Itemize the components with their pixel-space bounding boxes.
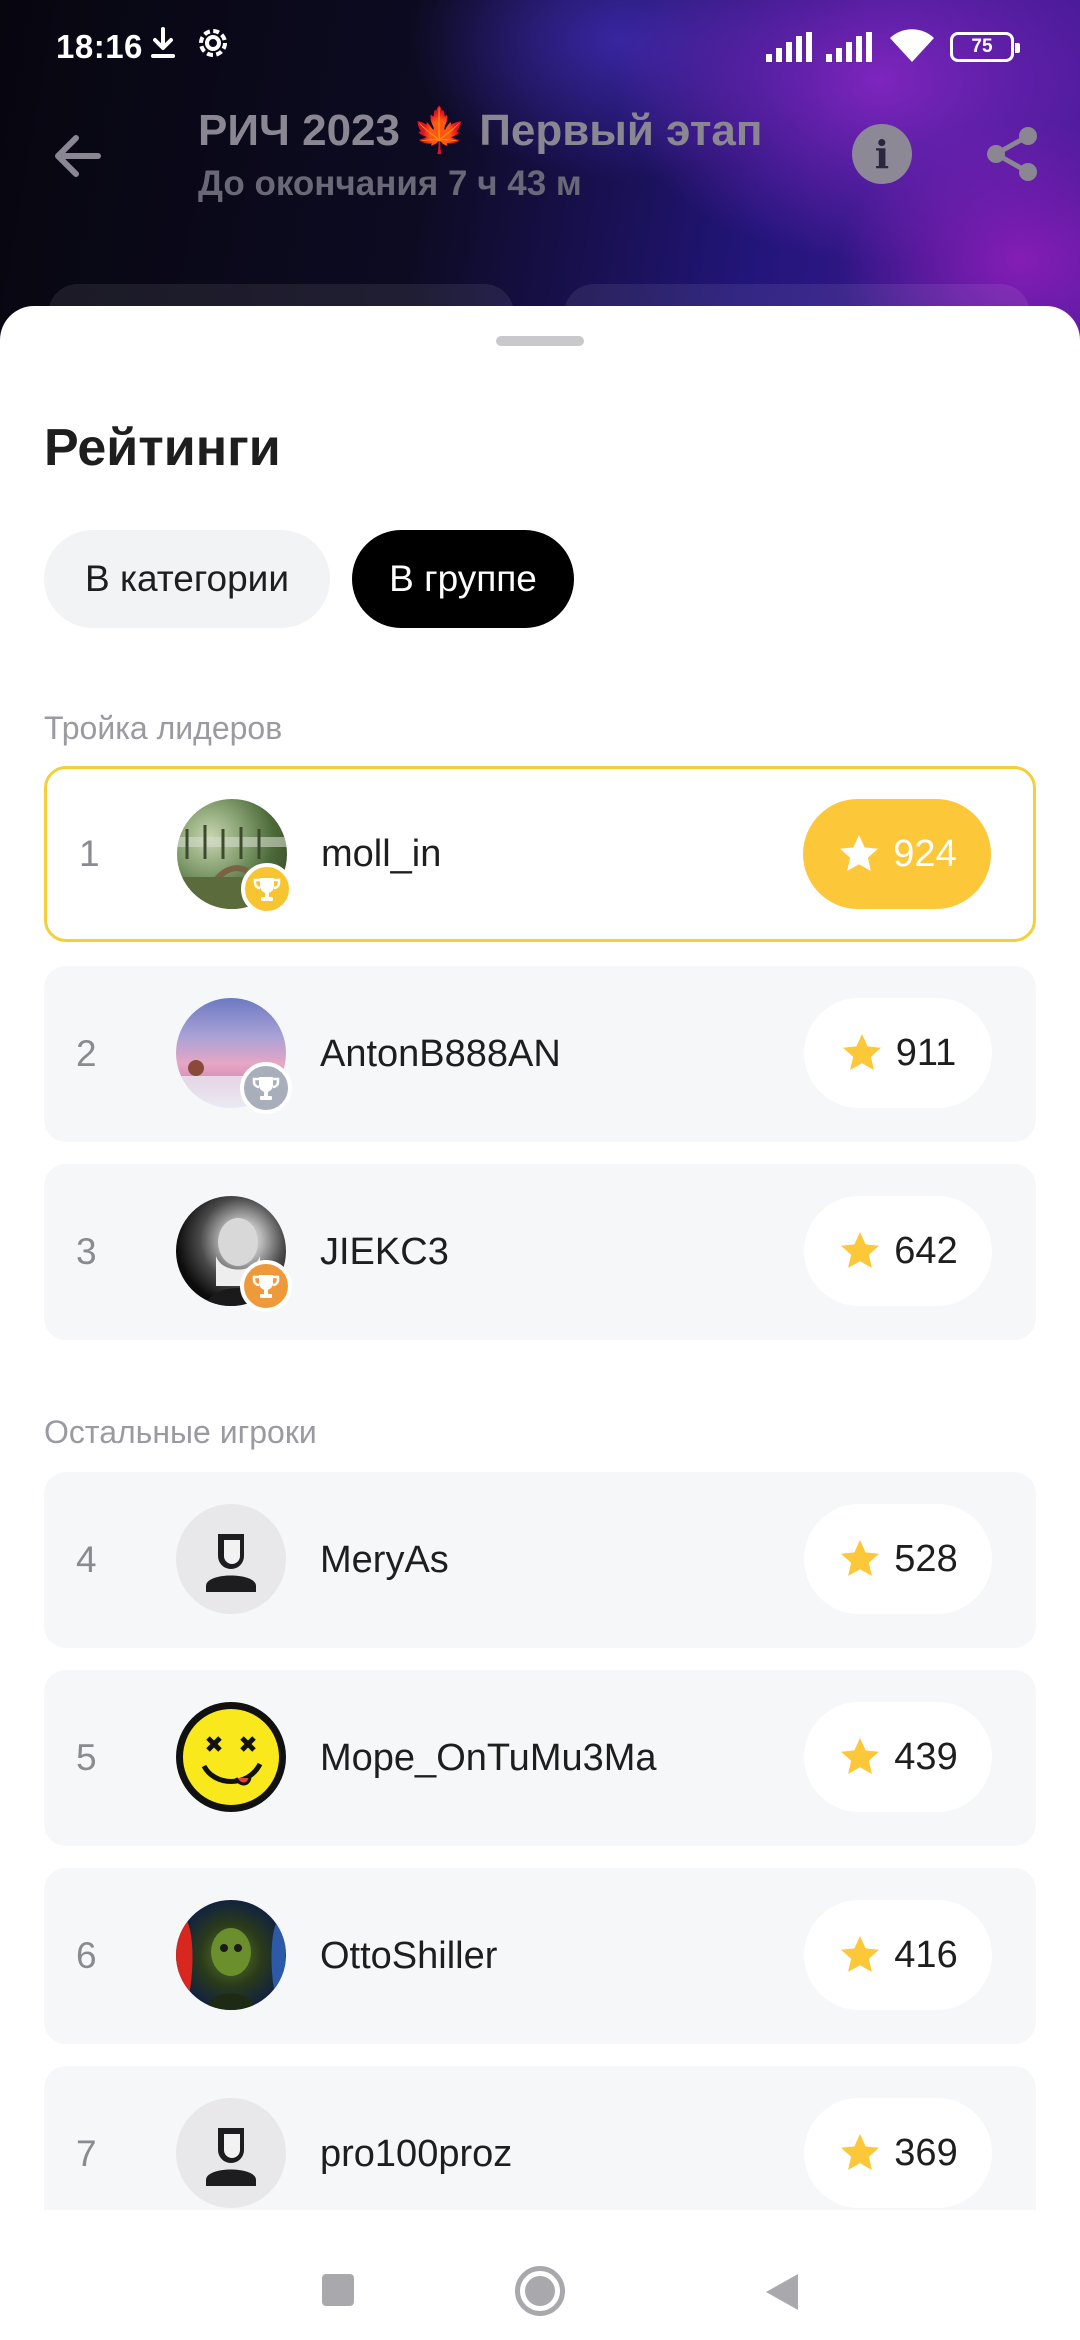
share-icon[interactable] bbox=[982, 124, 1042, 184]
rank-number: 3 bbox=[76, 1231, 97, 1272]
event-countdown: До окончания 7 ч 43 м bbox=[198, 164, 582, 203]
default-avatar-icon bbox=[176, 1504, 286, 1614]
score-value: 416 bbox=[894, 1933, 958, 1976]
star-icon bbox=[841, 1232, 880, 1268]
app-header: РИЧ 2023 🍁 Первый этап До окончания 7 ч … bbox=[0, 96, 1080, 296]
player-name: OttoShiller bbox=[320, 1934, 498, 1977]
star-icon bbox=[841, 1738, 880, 1774]
settings-icon bbox=[196, 26, 230, 68]
battery-level: 75 bbox=[971, 36, 993, 57]
score-badge: 642 bbox=[804, 1196, 992, 1306]
leaderboard-row[interactable]: 7 pro100proz 369 bbox=[44, 2066, 1036, 2216]
player-name: AntonB888AN bbox=[320, 1032, 561, 1075]
signal-icon bbox=[766, 32, 816, 70]
default-avatar-icon bbox=[176, 2098, 286, 2208]
chip-in-group[interactable]: В группе bbox=[352, 530, 574, 628]
signal-icon bbox=[826, 32, 876, 70]
score-value: 642 bbox=[894, 1229, 958, 1272]
leaderboard-row[interactable]: 1 moll_in 924 bbox=[44, 766, 1036, 942]
rank-number: 5 bbox=[76, 1737, 97, 1778]
player-name: Mope_OnTuMu3Ma bbox=[320, 1736, 657, 1779]
back-arrow-icon[interactable] bbox=[50, 128, 106, 184]
leaderboard-row[interactable]: 3 JIEKC3 642 bbox=[44, 1164, 1036, 1340]
home-icon[interactable] bbox=[515, 2266, 565, 2316]
leaderboard-row[interactable]: 2 AntonB888AN 911 bbox=[44, 966, 1036, 1142]
system-nav-bar bbox=[0, 2210, 1080, 2340]
score-badge: 911 bbox=[804, 998, 992, 1108]
leaders-section-label: Тройка лидеров bbox=[44, 710, 283, 746]
score-badge: 439 bbox=[804, 1702, 992, 1812]
ratings-sheet: Рейтинги В категории В группе Тройка лид… bbox=[0, 306, 1080, 2340]
star-icon bbox=[841, 2134, 880, 2170]
score-badge: 924 bbox=[803, 799, 991, 909]
drag-handle[interactable] bbox=[496, 336, 584, 346]
player-name: moll_in bbox=[321, 832, 442, 875]
star-icon bbox=[842, 1034, 881, 1070]
silver-trophy-icon bbox=[240, 1062, 292, 1114]
battery-icon: 75 bbox=[950, 32, 1020, 62]
avatar bbox=[176, 998, 292, 1114]
others-section-label: Остальные игроки bbox=[44, 1414, 317, 1450]
score-value: 369 bbox=[894, 2131, 958, 2174]
rank-number: 1 bbox=[79, 833, 100, 874]
score-value: 439 bbox=[894, 1735, 958, 1778]
score-badge: 416 bbox=[804, 1900, 992, 2010]
score-value: 911 bbox=[895, 1031, 957, 1074]
leaderboard-row[interactable]: 5 Mope_OnTuMu3Ma 439 bbox=[44, 1670, 1036, 1846]
status-time: 18:16 bbox=[56, 28, 143, 65]
rank-number: 2 bbox=[76, 1033, 97, 1074]
avatar bbox=[176, 1900, 286, 2010]
star-icon bbox=[840, 835, 879, 871]
leaderboard-row[interactable]: 6 OttoShiller 416 bbox=[44, 1868, 1036, 2044]
status-bar: 18:16 75 bbox=[0, 0, 1080, 96]
score-value: 528 bbox=[894, 1537, 958, 1580]
bronze-trophy-icon bbox=[240, 1260, 292, 1312]
download-icon bbox=[148, 26, 178, 68]
score-badge: 528 bbox=[804, 1504, 992, 1614]
score-value: 924 bbox=[893, 832, 957, 875]
wifi-icon bbox=[888, 28, 936, 72]
leaderboard-row[interactable]: 4 MeryAs 528 bbox=[44, 1472, 1036, 1648]
star-icon bbox=[841, 1936, 880, 1972]
avatar bbox=[176, 1196, 292, 1312]
recent-apps-icon[interactable] bbox=[322, 2274, 354, 2306]
player-name: MeryAs bbox=[320, 1538, 449, 1581]
nav-back-icon[interactable] bbox=[762, 2272, 800, 2317]
chip-in-category[interactable]: В категории bbox=[44, 530, 330, 628]
event-title: РИЧ 2023 🍁 Первый этап bbox=[198, 106, 763, 155]
star-icon bbox=[841, 1540, 880, 1576]
smiley-avatar bbox=[176, 1702, 286, 1812]
player-name: JIEKC3 bbox=[320, 1230, 449, 1273]
rank-number: 4 bbox=[76, 1539, 97, 1580]
score-badge: 369 bbox=[804, 2098, 992, 2208]
rank-number: 6 bbox=[76, 1935, 97, 1976]
sheet-title: Рейтинги bbox=[44, 419, 281, 477]
info-icon[interactable]: i bbox=[852, 124, 912, 184]
avatar bbox=[177, 799, 293, 915]
gold-trophy-icon bbox=[241, 863, 293, 915]
